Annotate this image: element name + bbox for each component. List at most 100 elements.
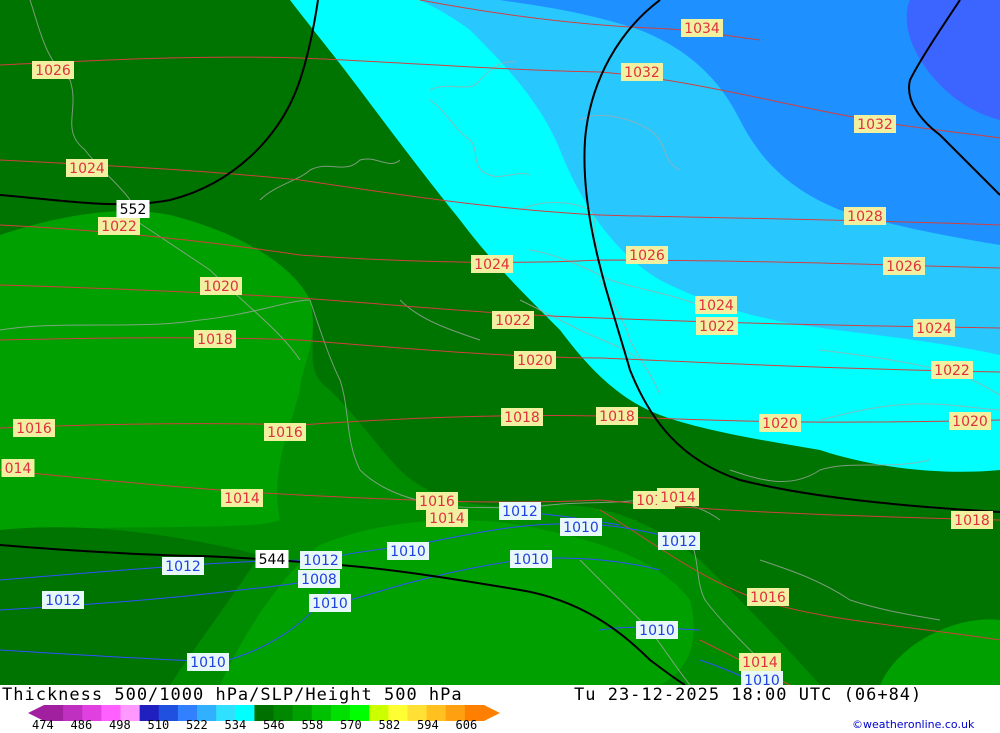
slp-label-text: 1018 (599, 409, 635, 425)
slp-label-text: 1022 (699, 319, 735, 335)
slp-label-text: 1010 (190, 655, 226, 671)
height-label: 544 (255, 550, 289, 568)
legend-tick: 534 (224, 718, 247, 732)
slp-label: 1034 (681, 19, 723, 37)
slp-label-text: 1026 (629, 248, 665, 264)
slp-label: 1028 (844, 207, 886, 225)
slp-label: 1014 (426, 509, 468, 527)
slp-label-text: 1016 (16, 421, 52, 437)
slp-label: 1016 (13, 419, 55, 437)
slp-label: 1020 (200, 277, 242, 295)
slp-label: 1022 (492, 311, 534, 329)
slp-label-text: 1020 (952, 414, 988, 430)
slp-label-text: 1012 (661, 534, 697, 550)
slp-label: 1020 (949, 412, 991, 430)
slp-label: 1026 (626, 246, 668, 264)
slp-label: 1022 (696, 317, 738, 335)
slp-label: 1024 (66, 159, 108, 177)
legend-tick: 522 (186, 718, 208, 732)
legend-ticks: 474 486 498 510 522 534 546 558 570 582 594 606 (0, 718, 520, 732)
slp-label: 1008 (298, 570, 340, 588)
slp-label-text: 1026 (35, 63, 71, 79)
slp-label-text: 1014 (742, 655, 778, 671)
legend-tick: 606 (455, 718, 478, 732)
slp-label: 1012 (499, 502, 541, 520)
slp-label-text: 1016 (267, 425, 303, 441)
legend-tick: 594 (417, 718, 439, 732)
slp-label-text: 1016 (750, 590, 786, 606)
map-title: Thickness 500/1000 hPa/SLP/Height 500 hP… (2, 685, 463, 705)
slp-label-text: 1018 (197, 332, 233, 348)
slp-label-text: 1012 (45, 593, 81, 609)
slp-label-text: 1012 (303, 553, 339, 569)
slp-label: 1018 (194, 330, 236, 348)
slp-label-text: 1010 (744, 673, 780, 685)
slp-label: 1012 (658, 532, 700, 550)
slp-label: 1010 (510, 550, 552, 568)
height-label-text: 552 (120, 202, 147, 218)
slp-label-text: 1010 (390, 544, 426, 560)
height-label: 552 (116, 200, 150, 218)
slp-label: 1020 (514, 351, 556, 369)
slp-label: 1010 (636, 621, 678, 639)
slp-label-text: 1022 (495, 313, 531, 329)
slp-label: 1026 (883, 257, 925, 275)
slp-label-text: 1020 (762, 416, 798, 432)
credit-link[interactable]: ©weatheronline.co.uk (852, 718, 974, 731)
slp-label-text: 1010 (639, 623, 675, 639)
slp-label-text: 1024 (916, 321, 952, 337)
slp-label: 1010 (560, 518, 602, 536)
thickness-field-546 (0, 211, 313, 530)
slp-label-text: 1016 (419, 494, 455, 510)
slp-label: 014 (1, 459, 35, 477)
slp-label: 1012 (300, 551, 342, 569)
slp-label: 1024 (471, 255, 513, 273)
slp-label: 1032 (621, 63, 663, 81)
slp-label-text: 1032 (624, 65, 660, 81)
slp-label: 1016 (264, 423, 306, 441)
slp-label-text: 1022 (101, 219, 137, 235)
slp-label: 1012 (162, 557, 204, 575)
slp-label: 1018 (501, 408, 543, 426)
slp-label: 1024 (695, 296, 737, 314)
slp-label: 1032 (854, 115, 896, 133)
slp-label: 1014 (221, 489, 263, 507)
slp-label-text: 1026 (886, 259, 922, 275)
slp-label: 1010 (387, 542, 429, 560)
legend-tick: 486 (70, 718, 93, 732)
slp-label-text: 1014 (429, 511, 465, 527)
slp-label: 1014 (657, 488, 699, 506)
slp-label: 1018 (951, 511, 993, 529)
slp-label: 1022 (98, 217, 140, 235)
slp-label-text: 1010 (563, 520, 599, 536)
slp-label-text: 1034 (684, 21, 720, 37)
slp-label-text: 1012 (165, 559, 201, 575)
legend-tick: 498 (109, 718, 131, 732)
slp-label-text: 1018 (504, 410, 540, 426)
slp-label-text: 1024 (69, 161, 105, 177)
slp-label-text: 1028 (847, 209, 883, 225)
slp-label-text: 1024 (698, 298, 734, 314)
slp-label-text: 1020 (517, 353, 553, 369)
slp-label: 1016 (747, 588, 789, 606)
slp-label-text: 1022 (934, 363, 970, 379)
slp-label: 1020 (759, 414, 801, 432)
slp-label: 1018 (596, 407, 638, 425)
slp-label: 1022 (931, 361, 973, 379)
slp-label-text: 1018 (954, 513, 990, 529)
slp-label: 1016 (416, 492, 458, 510)
height-label-text: 544 (259, 552, 286, 568)
slp-label-text: 1014 (224, 491, 260, 507)
slp-label: 1014 (739, 653, 781, 671)
slp-label-text: 1012 (502, 504, 538, 520)
legend-tick: 474 (32, 718, 54, 732)
slp-label: 1010 (741, 671, 783, 685)
legend-tick: 546 (263, 718, 285, 732)
slp-label-text: 1014 (660, 490, 696, 506)
legend-tick: 570 (340, 718, 362, 732)
slp-label: 1024 (913, 319, 955, 337)
slp-label-text: 1010 (513, 552, 549, 568)
footer: Thickness 500/1000 hPa/SLP/Height 500 hP… (0, 685, 1000, 733)
slp-label: 1026 (32, 61, 74, 79)
weather-map: 1034 1032 1026 1032 1024 1028 1022 1024 1026 1026… (0, 0, 1000, 685)
